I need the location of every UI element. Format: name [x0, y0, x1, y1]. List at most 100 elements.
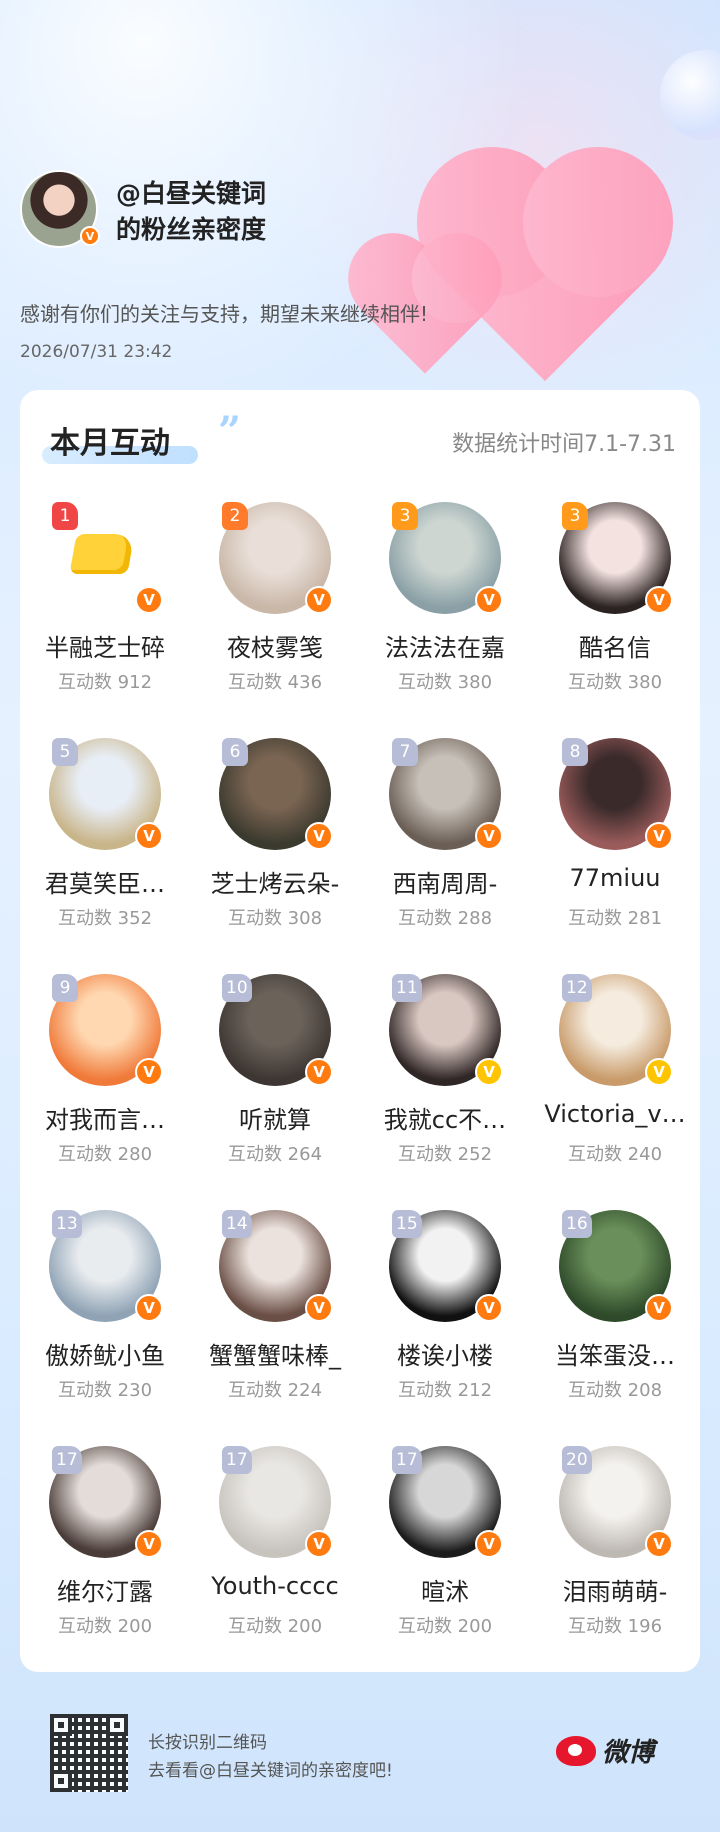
card-title-block: 本月互动 ” — [42, 408, 241, 466]
stat-period: 数据统计时间7.1-7.31 — [452, 432, 676, 457]
profile-header: V @白昼关键词 的粉丝亲密度 感谢有你们的关注与支持，期望未来继续相伴! 20… — [20, 170, 700, 370]
verified-icon: V — [305, 1058, 333, 1086]
interaction-count: 互动数 196 — [567, 1616, 663, 1637]
fan-item[interactable]: 15 V 楼诶小楼 互动数 212 — [360, 1210, 530, 1446]
fan-item[interactable]: 3 V 酷名信互动数 380 — [530, 502, 700, 738]
qr-corner — [50, 1714, 72, 1736]
fan-name[interactable]: 夜枝雾笺 — [196, 628, 354, 663]
fan-item[interactable]: 17 V 暄沭 互动数 200 — [360, 1446, 530, 1682]
interaction-count: 互动数 380 — [567, 672, 663, 693]
verified-icon: V — [135, 1294, 163, 1322]
weibo-wordmark: 微博 — [601, 1738, 654, 1768]
fan-item[interactable]: 6 V 芝士烤云朵- 互动数 308 — [190, 738, 360, 974]
fan-name[interactable]: 傲娇鱿小鱼 — [26, 1336, 184, 1371]
verified-icon: V — [475, 822, 503, 850]
rank-badge: 6 — [222, 738, 248, 766]
fan-name[interactable]: 我就cc不… — [366, 1100, 524, 1135]
fan-item[interactable]: 20 V 泪雨萌萌- 互动数 196 — [530, 1446, 700, 1682]
cheese-icon — [69, 534, 135, 574]
fan-item[interactable]: 7 V 西南周周- 互动数 288 — [360, 738, 530, 974]
verified-icon: V — [645, 822, 673, 850]
interaction-count: 互动数 224 — [227, 1380, 323, 1401]
verified-icon: V — [645, 1530, 673, 1558]
fan-name[interactable]: 半融芝士碎 — [26, 628, 184, 663]
fan-name[interactable]: 暄沭 — [366, 1572, 524, 1607]
fan-item[interactable]: 1 V 半融芝士碎互动数 912 — [20, 502, 190, 738]
fan-item[interactable]: 14 V 蟹蟹蟹味棒_ 互动数 224 — [190, 1210, 360, 1446]
verified-icon: V — [135, 822, 163, 850]
monthly-interaction-card: 本月互动 ” 数据统计时间7.1-7.31 1 V 半融芝士碎互动数 912 2 V 夜枝… — [20, 390, 700, 1672]
fan-name[interactable]: 西南周周- — [366, 864, 524, 899]
verified-icon: V — [475, 1294, 503, 1322]
interaction-count: 互动数 288 — [397, 908, 493, 929]
rank-badge: 16 — [562, 1210, 592, 1238]
fan-name[interactable]: 君莫笑臣… — [26, 864, 184, 899]
fan-name[interactable]: 77miuu — [536, 864, 694, 892]
interaction-count: 互动数 252 — [397, 1144, 493, 1165]
qr-code[interactable] — [50, 1714, 128, 1792]
rank-badge: 3 — [392, 502, 418, 530]
fan-item[interactable]: 5 V 君莫笑臣… 互动数 352 — [20, 738, 190, 974]
rank-badge: 14 — [222, 1210, 252, 1238]
fan-item[interactable]: 3 V 法法法在嘉互动数 380 — [360, 502, 530, 738]
fan-name[interactable]: Youth-cccc — [196, 1572, 354, 1600]
fan-item[interactable]: 11 V 我就cc不… 互动数 252 — [360, 974, 530, 1210]
fan-item[interactable]: 13 V 傲娇鱿小鱼 互动数 230 — [20, 1210, 190, 1446]
rank-badge: 2 — [222, 502, 248, 530]
verified-icon: V — [135, 586, 163, 614]
interaction-count: 互动数 436 — [227, 672, 323, 693]
fan-name[interactable]: 芝士烤云朵- — [196, 864, 354, 899]
verified-icon: V — [135, 1058, 163, 1086]
fan-item[interactable]: 9 V 对我而言… 互动数 280 — [20, 974, 190, 1210]
verified-icon: V — [645, 586, 673, 614]
verified-icon: V — [80, 226, 100, 246]
verified-icon: V — [305, 1294, 333, 1322]
rank-badge: 10 — [222, 974, 252, 1002]
fan-item[interactable]: 8 V 77miuu 互动数 281 — [530, 738, 700, 974]
fan-name[interactable]: 楼诶小楼 — [366, 1336, 524, 1371]
verified-icon: V — [135, 1530, 163, 1558]
fan-name[interactable]: 对我而言… — [26, 1100, 184, 1135]
verified-icon: V — [475, 1530, 503, 1558]
interaction-count: 互动数 280 — [57, 1144, 153, 1165]
verified-icon: V — [475, 586, 503, 614]
fan-item[interactable]: 10 V 听就算 互动数 264 — [190, 974, 360, 1210]
rank-badge: 12 — [562, 974, 592, 1002]
fan-name[interactable]: 泪雨萌萌- — [536, 1572, 694, 1607]
fan-name[interactable]: 蟹蟹蟹味棒_ — [196, 1336, 354, 1371]
interaction-count: 互动数 912 — [57, 672, 153, 693]
interaction-count: 互动数 230 — [57, 1380, 153, 1401]
rank-badge: 3 — [562, 502, 588, 530]
interaction-count: 互动数 352 — [57, 908, 153, 929]
rank-badge: 8 — [562, 738, 588, 766]
fan-name[interactable]: 法法法在嘉 — [366, 628, 524, 663]
rank-badge: 9 — [52, 974, 78, 1002]
fan-item[interactable]: 17 V 维尔汀露互动数 200 — [20, 1446, 190, 1682]
avatar[interactable]: V — [20, 170, 100, 248]
fan-item[interactable]: 17 V Youth-cccc 互动数 200 — [190, 1446, 360, 1682]
fan-name[interactable]: 维尔汀露 — [26, 1572, 184, 1607]
rank-badge: 1 — [52, 502, 78, 530]
interaction-count: 互动数 380 — [397, 672, 493, 693]
fan-name[interactable]: 听就算 — [196, 1100, 354, 1135]
weibo-logo[interactable]: 微博 — [555, 1732, 654, 1769]
title-line-1[interactable]: @白昼关键词 — [116, 176, 266, 212]
timestamp: 2026/07/31 23:42 — [20, 342, 173, 362]
weibo-icon — [555, 1735, 596, 1766]
fan-name[interactable]: Victoria_v… — [536, 1100, 694, 1128]
title-line-2: 的粉丝亲密度 — [116, 215, 267, 244]
footer: 长按识别二维码 去看看@白昼关键词的亲密度吧! 微博 — [50, 1714, 690, 1794]
fan-item[interactable]: 12 V Victoria_v… 互动数 240 — [530, 974, 700, 1210]
verified-icon: V — [305, 822, 333, 850]
interaction-count: 互动数 212 — [397, 1380, 493, 1401]
verified-icon: V — [305, 1530, 333, 1558]
fan-name[interactable]: 酷名信 — [536, 628, 694, 663]
fan-item[interactable]: 2 V 夜枝雾笺互动数 436 — [190, 502, 360, 738]
rank-badge: 7 — [392, 738, 418, 766]
fan-item[interactable]: 16 V 当笨蛋没… 互动数 208 — [530, 1210, 700, 1446]
interaction-count: 互动数 200 — [57, 1616, 153, 1637]
fan-name[interactable]: 当笨蛋没… — [536, 1336, 694, 1371]
verified-icon: V — [305, 586, 333, 614]
rank-badge: 17 — [52, 1446, 82, 1474]
verified-icon: V — [645, 1294, 673, 1322]
